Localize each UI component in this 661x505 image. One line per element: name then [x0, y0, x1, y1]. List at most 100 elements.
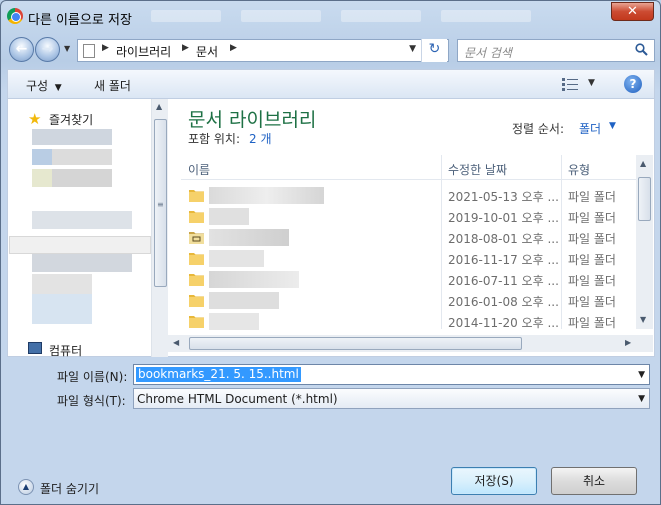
includes-locations-link[interactable]: 2 개 [249, 130, 272, 147]
computer-icon [28, 342, 42, 354]
row-type: 파일 폴더 [568, 295, 616, 309]
row-type: 파일 폴더 [568, 274, 616, 288]
blurred-file-name [209, 250, 264, 267]
scroll-down-icon[interactable]: ▼ [640, 315, 646, 324]
search-icon[interactable] [635, 43, 648, 56]
blurred-nav-item [32, 211, 132, 229]
blurred-nav-item [52, 169, 112, 187]
selected-nav-item[interactable] [9, 236, 151, 254]
search-input[interactable]: 문서 검색 [457, 39, 655, 62]
address-dropdown-icon[interactable]: ▼ [409, 44, 416, 54]
close-button[interactable]: ✕ [611, 2, 654, 21]
row-type: 파일 폴더 [568, 211, 616, 225]
table-row[interactable]: 2021-05-13 오후 ... 파일 폴더 [181, 185, 636, 206]
includes-label: 포함 위치: [188, 132, 241, 146]
navigation-pane: ★ 즐겨찾기 컴퓨터 ▲ ≡ [7, 99, 168, 359]
column-header-modified[interactable]: 수정한 날짜 [441, 157, 561, 180]
breadcrumb-separator-icon[interactable]: ▶ [182, 43, 189, 53]
scroll-left-icon[interactable]: ◀ [173, 338, 179, 347]
folder-icon [189, 295, 204, 307]
folder-icon [189, 253, 204, 265]
scroll-right-icon[interactable]: ▶ [625, 338, 631, 347]
table-row[interactable]: 2018-08-01 오후 ... 파일 폴더 [181, 227, 636, 248]
row-type: 파일 폴더 [568, 316, 616, 330]
nav-scrollbar[interactable]: ▲ ≡ [151, 99, 168, 357]
row-date: 2016-07-11 오후 ... [448, 274, 559, 288]
column-header-type[interactable]: 유형 [561, 157, 636, 180]
breadcrumb-separator-icon[interactable]: ▶ [230, 43, 237, 53]
blurred-nav-item [32, 129, 112, 145]
search-placeholder: 문서 검색 [464, 46, 512, 60]
organize-label: 구성 [26, 79, 49, 93]
file-list-vertical-scrollbar[interactable]: ▲ ▼ [636, 155, 653, 329]
chevron-down-icon[interactable]: ▼ [609, 121, 616, 131]
file-list-pane: 문서 라이브러리 포함 위치: 2 개 정렬 순서: 폴더 ▼ 이름 수정한 날… [168, 99, 655, 357]
chevron-up-icon[interactable]: ▲ [18, 479, 34, 495]
save-button[interactable]: 저장(S) [451, 467, 537, 495]
scroll-grip-icon: ≡ [157, 200, 164, 209]
file-list-horizontal-scrollbar[interactable]: ◀ ▶ [168, 335, 653, 352]
row-date: 2016-11-17 오후 ... [448, 253, 559, 267]
chrome-icon [7, 8, 23, 24]
arrange-by-label: 정렬 순서: [512, 122, 565, 136]
table-row[interactable]: 2014-11-20 오후 ... 파일 폴더 [181, 311, 636, 332]
row-date: 2021-05-13 오후 ... [448, 190, 559, 204]
back-button[interactable]: ← [9, 37, 34, 62]
blurred-file-name [209, 271, 299, 288]
folder-icon [189, 274, 204, 286]
chevron-down-icon[interactable]: ▼ [638, 394, 645, 404]
folder-icon [189, 316, 204, 328]
address-bar[interactable]: ▶ 라이브러리 ▶ 문서 ▶ ▼ [77, 39, 449, 62]
scroll-up-icon[interactable]: ▲ [156, 102, 162, 111]
blurred-file-name [209, 292, 279, 309]
nav-item-favorites[interactable]: 즐겨찾기 [49, 111, 93, 128]
new-folder-button[interactable]: 새 폴더 [94, 77, 131, 94]
title-bar: 다른 이름으로 저장 ✕ [1, 1, 660, 31]
vertical-scroll-thumb[interactable] [638, 177, 651, 221]
navigation-bar: ← → ▼ ▶ 라이브러리 ▶ 문서 ▶ ▼ ↻ 문서 검색 [7, 35, 655, 65]
blurred-nav-item [32, 294, 92, 324]
column-header-name[interactable]: 이름 [181, 157, 441, 180]
shared-folder-icon [189, 232, 204, 244]
row-type: 파일 폴더 [568, 232, 616, 246]
filename-input[interactable]: bookmarks_21. 5. 15..html ▼ [133, 364, 650, 385]
more-options-icon[interactable]: ▼ [588, 78, 595, 88]
row-type: 파일 폴더 [568, 190, 616, 204]
blurred-file-name [209, 229, 289, 246]
breadcrumb-documents[interactable]: 문서 [196, 43, 218, 60]
blurred-nav-item [52, 149, 112, 165]
table-row[interactable]: 2016-11-17 오후 ... 파일 폴더 [181, 248, 636, 269]
chevron-down-icon[interactable]: ▼ [638, 370, 645, 380]
filetype-label: 파일 형식(T): [57, 394, 126, 408]
table-row[interactable]: 2016-01-08 오후 ... 파일 폴더 [181, 290, 636, 311]
nav-item-computer[interactable]: 컴퓨터 [49, 342, 82, 359]
background-tab-blur [151, 10, 221, 22]
refresh-button[interactable]: ↻ [421, 39, 447, 62]
recent-locations-dropdown[interactable]: ▼ [64, 44, 70, 53]
arrange-by-dropdown[interactable]: 폴더 [579, 120, 601, 137]
horizontal-scroll-thumb[interactable] [189, 337, 522, 350]
change-view-icon[interactable] [562, 78, 578, 91]
blurred-nav-item [32, 169, 52, 187]
blurred-nav-item [32, 254, 132, 272]
hide-folders-button[interactable]: 폴더 숨기기 [40, 480, 99, 497]
breadcrumb-libraries[interactable]: 라이브러리 [116, 43, 171, 60]
blurred-nav-item [32, 149, 52, 165]
background-tab-blur [341, 10, 421, 22]
folder-icon [189, 211, 204, 223]
table-row[interactable]: 2019-10-01 오후 ... 파일 폴더 [181, 206, 636, 227]
filetype-select[interactable]: Chrome HTML Document (*.html) ▼ [133, 388, 650, 409]
blurred-file-name [209, 187, 324, 204]
forward-button[interactable]: → [35, 37, 60, 62]
scroll-up-icon[interactable]: ▲ [640, 159, 646, 168]
help-icon[interactable]: ? [624, 75, 642, 93]
library-title: 문서 라이브러리 [188, 109, 317, 131]
breadcrumb-separator-icon[interactable]: ▶ [102, 43, 109, 53]
cancel-button[interactable]: 취소 [551, 467, 637, 495]
organize-button[interactable]: 구성 ▼ [26, 77, 62, 94]
row-date: 2014-11-20 오후 ... [448, 316, 559, 330]
table-row[interactable]: 2016-07-11 오후 ... 파일 폴더 [181, 269, 636, 290]
background-tab-blur [241, 10, 321, 22]
row-date: 2016-01-08 오후 ... [448, 295, 559, 309]
row-type: 파일 폴더 [568, 253, 616, 267]
